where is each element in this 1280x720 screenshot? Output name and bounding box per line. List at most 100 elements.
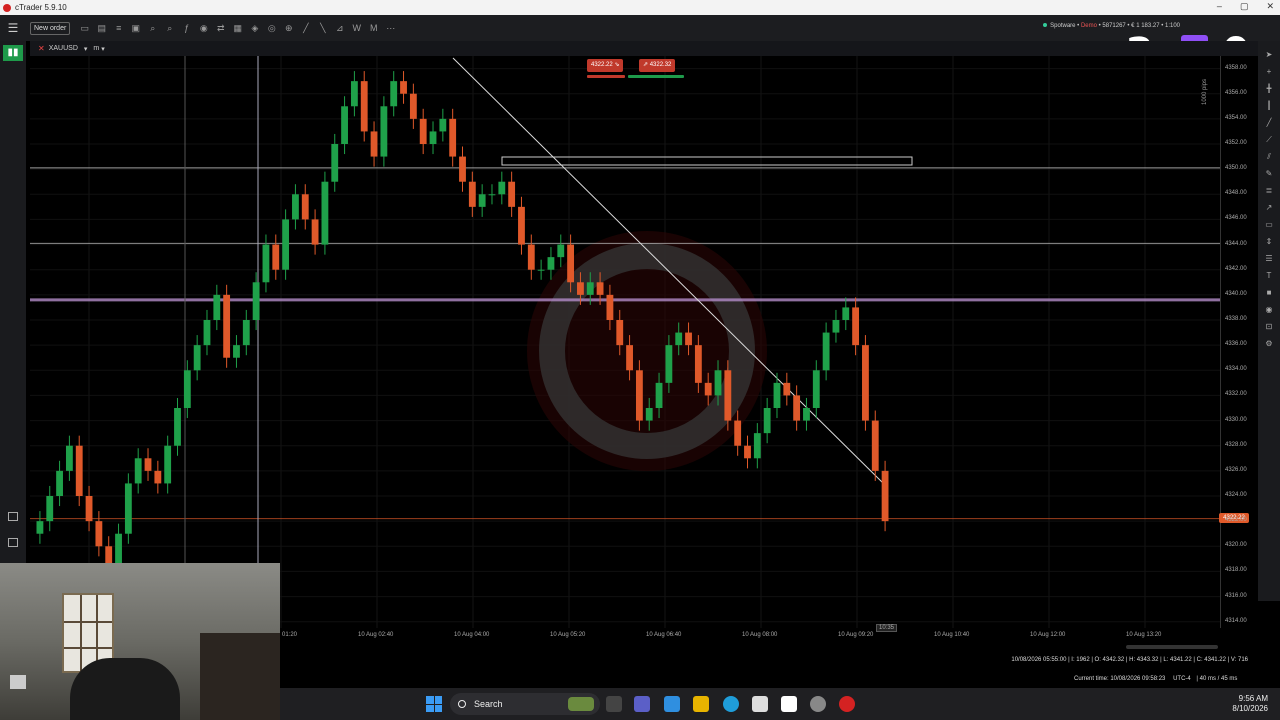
- candle: [822, 332, 830, 371]
- file-explorer-icon[interactable]: [693, 696, 709, 712]
- timezone-selector[interactable]: UTC-4: [1173, 676, 1191, 682]
- windows-start-icon[interactable]: [426, 696, 442, 712]
- price-tick-label: 4328.00: [1225, 441, 1247, 448]
- sync-icon[interactable]: ⇄: [212, 23, 229, 34]
- eye-icon[interactable]: ◎: [263, 23, 280, 34]
- account-info[interactable]: Spotware • Demo • 5871267 • € 1 183.27 •…: [1043, 23, 1180, 29]
- price-tick-label: 4336.00: [1225, 341, 1247, 348]
- time-tick-label: 10 Aug 13:20: [1126, 632, 1162, 638]
- candle: [498, 181, 506, 195]
- edge-icon[interactable]: [723, 696, 739, 712]
- chat-icon[interactable]: [8, 538, 18, 547]
- shape-fill-icon[interactable]: ■: [1263, 287, 1275, 299]
- template-icon[interactable]: ▣: [127, 23, 144, 34]
- timeframe-dropdown-icon[interactable]: ▾: [101, 45, 105, 53]
- tradingview-icon[interactable]: [781, 696, 797, 712]
- copy-icon[interactable]: [8, 512, 18, 521]
- text-icon[interactable]: T: [1263, 270, 1275, 282]
- candle: [704, 382, 712, 396]
- sell-price-button[interactable]: 4322.22 ⇘: [587, 59, 624, 72]
- ctrader-taskbar-icon[interactable]: [839, 696, 855, 712]
- pattern-tool-icon[interactable]: M: [365, 23, 382, 33]
- price-axis[interactable]: 4322.22 4358.00 4356.00 4354.00 4352.00 4350…: [1219, 56, 1258, 628]
- fib-tool-icon[interactable]: ⊿: [331, 23, 348, 34]
- store-icon[interactable]: [752, 696, 768, 712]
- candle: [154, 470, 162, 484]
- chart-timeframe[interactable]: m: [93, 45, 99, 52]
- fibonacci-icon[interactable]: ≣: [1263, 185, 1275, 197]
- wave-tool-icon[interactable]: W: [348, 23, 365, 33]
- maximize-button[interactable]: ▢: [1240, 1, 1249, 12]
- lock-icon[interactable]: ⊡: [1263, 321, 1275, 333]
- indicator-icon[interactable]: ƒ: [178, 23, 195, 33]
- screenshot-icon[interactable]: ▦: [229, 23, 246, 34]
- horizontal-line-icon[interactable]: ╋: [1263, 83, 1275, 95]
- candle: [577, 282, 584, 295]
- candle: [783, 382, 791, 396]
- line-tool-icon[interactable]: ╱: [297, 23, 314, 34]
- pen-icon[interactable]: ✎: [1263, 168, 1275, 180]
- pointer-icon[interactable]: ➤: [1263, 49, 1275, 61]
- minimize-button[interactable]: –: [1217, 1, 1222, 12]
- rectangle-icon[interactable]: ▭: [1263, 219, 1275, 231]
- ray-icon[interactable]: ⟋: [1263, 134, 1275, 146]
- candle: [694, 345, 702, 383]
- symbol-dropdown-icon[interactable]: ▾: [84, 45, 88, 53]
- layout-icon[interactable]: ▤: [93, 23, 110, 34]
- candle: [537, 269, 545, 271]
- candle: [626, 345, 633, 371]
- time-axis[interactable]: 10:35 01:20 10 Aug 02:40 10 Aug 04:00 10 Au…: [280, 624, 1220, 642]
- menu-list-icon[interactable]: ≡: [110, 23, 127, 33]
- price-tick-label: 4332.00: [1225, 391, 1247, 398]
- candle: [665, 345, 673, 383]
- new-order-button[interactable]: New order: [30, 21, 71, 35]
- settings-icon[interactable]: ⚙: [1263, 338, 1275, 350]
- trade-panel-toggle-icon[interactable]: ▮▮: [3, 45, 23, 61]
- zoom-out-icon[interactable]: ⌕: [161, 23, 178, 34]
- lines-icon[interactable]: ☰: [1263, 253, 1275, 265]
- close-button[interactable]: ✕: [1266, 1, 1274, 12]
- candle: [134, 458, 142, 484]
- obs-icon[interactable]: [810, 696, 826, 712]
- arrow-tool-icon[interactable]: ↗: [1263, 202, 1275, 214]
- layers-icon[interactable]: ◈: [246, 23, 263, 34]
- crosshair-icon[interactable]: ⊕: [280, 23, 297, 34]
- eye-visibility-icon[interactable]: ◉: [1263, 304, 1275, 316]
- more-icon[interactable]: ⋯: [382, 23, 399, 34]
- window-controls: – ▢ ✕: [1217, 1, 1274, 12]
- zoom-in-icon[interactable]: ⌕: [144, 23, 161, 34]
- task-view-icon[interactable]: [606, 696, 622, 712]
- channel-icon[interactable]: ⫽: [1263, 151, 1275, 163]
- price-tick-label: 4348.00: [1225, 190, 1247, 197]
- channel-tool-icon[interactable]: ╲: [314, 23, 331, 34]
- candle: [763, 408, 771, 434]
- price-chart[interactable]: [30, 56, 1220, 628]
- objects-icon[interactable]: ◉: [195, 23, 212, 34]
- candle: [459, 156, 466, 182]
- taskbar-search[interactable]: Search: [450, 693, 600, 715]
- candle: [429, 131, 437, 144]
- candle: [488, 194, 496, 196]
- vertical-line-icon[interactable]: ┃: [1263, 100, 1275, 112]
- chart-tab[interactable]: ✕ XAUUSD ▾ m ▾: [30, 41, 1258, 56]
- candle: [282, 219, 290, 270]
- teams-icon[interactable]: [634, 696, 650, 712]
- price-tick-label: 4320.00: [1225, 542, 1247, 549]
- crosshair-tool-icon[interactable]: +: [1263, 66, 1275, 78]
- price-tick-label: 4358.00: [1225, 64, 1247, 71]
- close-chart-icon[interactable]: ✕: [38, 44, 45, 53]
- chart-type-icon[interactable]: ▭: [76, 23, 93, 34]
- menu-icon[interactable]: ☰: [0, 21, 26, 35]
- copilot-icon[interactable]: [664, 696, 680, 712]
- account-details: • 5871267 • € 1 183.27 • 1:100: [1098, 23, 1180, 29]
- trend-line-icon[interactable]: ╱: [1263, 117, 1275, 129]
- candle: [773, 382, 781, 408]
- measure-icon[interactable]: ⇕: [1263, 236, 1275, 248]
- candle: [518, 206, 525, 245]
- system-clock[interactable]: 9:56 AM 8/10/2026: [1232, 694, 1268, 714]
- chart-canvas[interactable]: [30, 56, 1220, 628]
- horizontal-scrollbar[interactable]: [1126, 645, 1218, 649]
- candle: [380, 106, 388, 157]
- ctrader-logo-icon: [3, 3, 11, 12]
- buy-price-button[interactable]: ⇗ 4322.32: [639, 59, 676, 72]
